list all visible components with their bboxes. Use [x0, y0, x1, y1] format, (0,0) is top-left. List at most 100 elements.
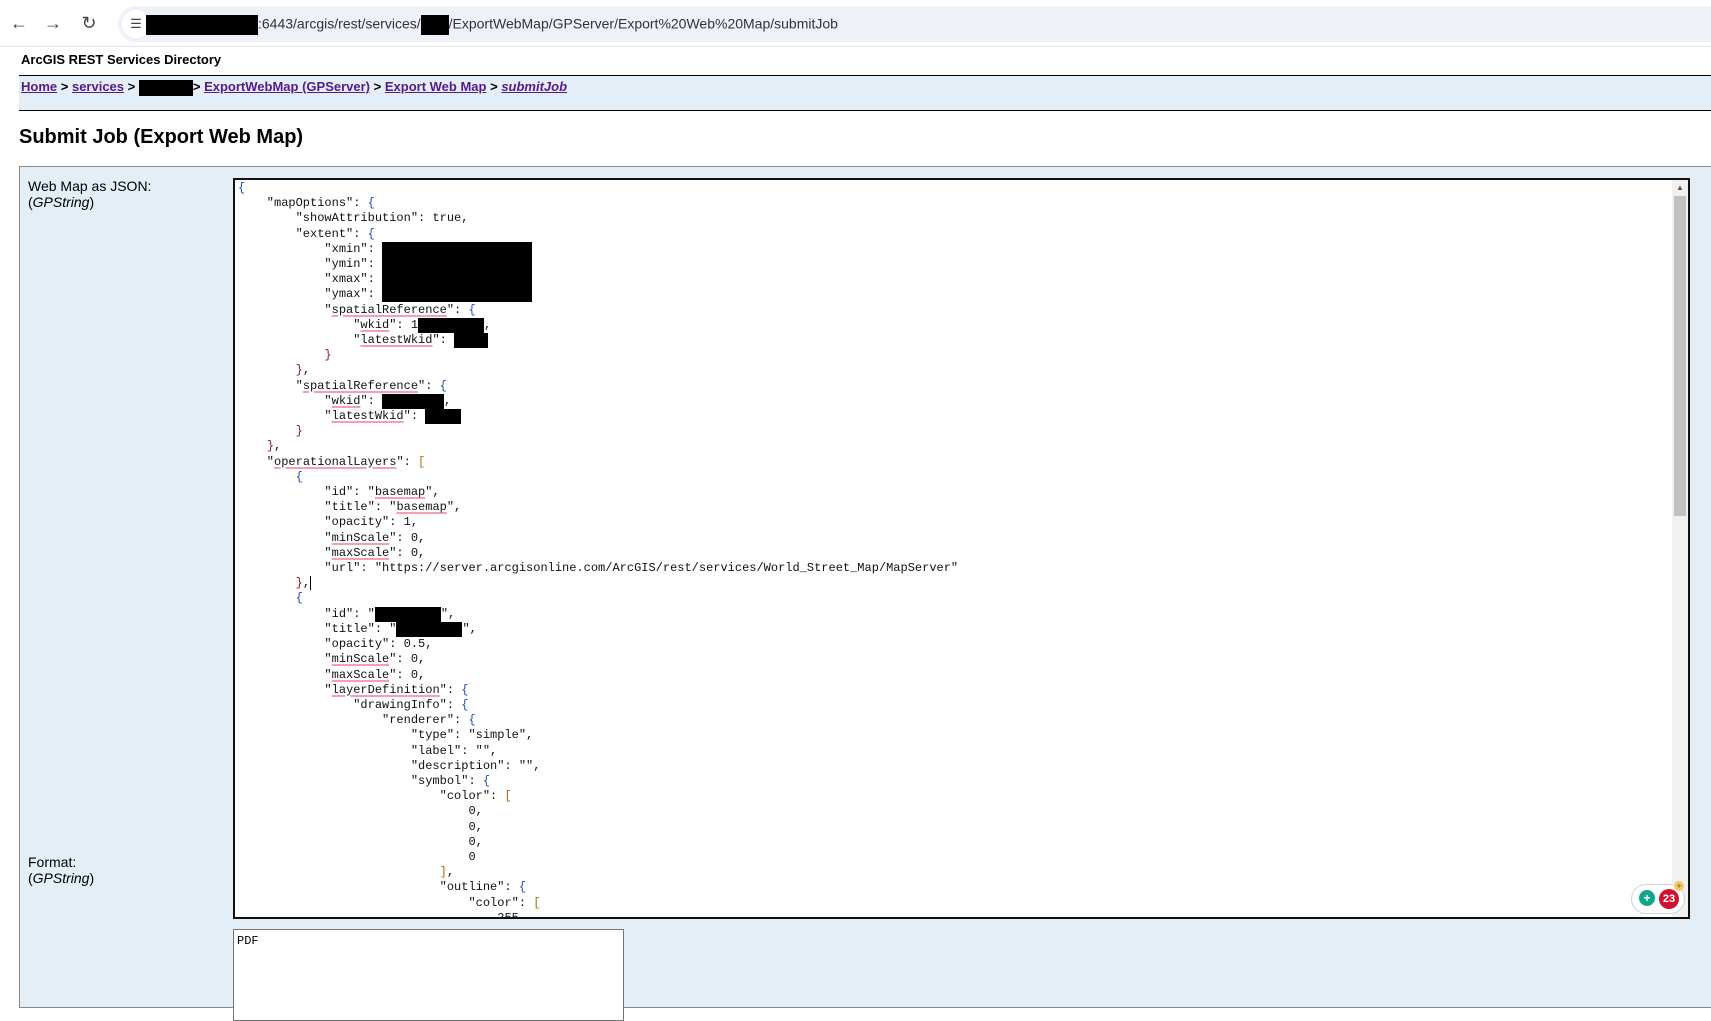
- browser-toolbar: ← → ↻ ☰ :6443/arcgis/rest/services//Expo…: [0, 0, 1711, 47]
- code-line: "opacity": 1,: [238, 515, 419, 530]
- breadcrumb-gpserver[interactable]: ExportWebMap (GPServer): [204, 79, 370, 94]
- text-cursor: [310, 576, 312, 591]
- address-bar[interactable]: ☰ :6443/arcgis/rest/services//ExportWebM…: [118, 6, 1711, 42]
- code-line: "symbol": {: [238, 773, 491, 788]
- error-count-badge: 23: [1659, 889, 1679, 909]
- directory-title: ArcGIS REST Services Directory: [21, 52, 222, 67]
- breadcrumb-services[interactable]: services: [72, 79, 124, 94]
- code-line: "xmin":: [238, 241, 958, 257]
- reload-icon[interactable]: ↻: [76, 10, 102, 36]
- redacted-folder: [138, 79, 193, 96]
- breadcrumb-home[interactable]: Home: [21, 79, 57, 94]
- code-line: },: [266, 439, 282, 454]
- code-line: "spatialReference": {: [238, 302, 476, 317]
- code-line: 255,: [238, 910, 527, 919]
- code-line: "color": [: [238, 789, 512, 804]
- code-line: "title": "basemap",: [238, 500, 462, 515]
- breadcrumb-separator: >: [490, 79, 498, 94]
- back-arrow-icon[interactable]: ←: [6, 10, 32, 36]
- breadcrumb-separator: >: [127, 79, 136, 94]
- code-line: "outline": {: [238, 880, 527, 895]
- scrollbar-thumb[interactable]: [1674, 196, 1686, 516]
- code-line: "xmax":: [238, 272, 958, 288]
- redacted: |: [418, 317, 485, 333]
- json-text: { "mapOptions": { "showAttribution": tru…: [238, 181, 959, 919]
- code-line: "extent": {: [238, 226, 375, 241]
- redacted: |: [382, 393, 445, 409]
- format-label: Format: (GPString): [28, 854, 95, 886]
- url-part: :6443/arcgis/rest/services/: [258, 15, 421, 32]
- code-line: "showAttribution": true,: [238, 211, 469, 226]
- code-line: 0: [238, 849, 476, 864]
- breadcrumb-task[interactable]: Export Web Map: [385, 79, 487, 94]
- code-line: }: [295, 424, 303, 439]
- page-title: Submit Job (Export Web Map): [19, 126, 304, 148]
- code-line: "maxScale": 0,: [238, 545, 426, 560]
- code-line: "latestWkid": |: [238, 409, 958, 425]
- field-label: Format:: [28, 854, 77, 870]
- code-line: "minScale": 0,: [238, 652, 426, 667]
- code-line: }: [324, 348, 332, 363]
- lightbulb-icon: +: [1639, 890, 1655, 906]
- code-line: {: [238, 181, 246, 195]
- code-line: "type": "simple",: [238, 728, 534, 743]
- code-line: 0,: [238, 834, 483, 849]
- code-line: ],: [439, 865, 455, 880]
- code-line: },: [295, 576, 312, 591]
- code-line: "drawingInfo": {: [238, 697, 469, 712]
- code-line: {: [295, 591, 303, 606]
- scroll-up-arrow-icon[interactable]: ▲: [1672, 180, 1688, 196]
- code-line: "title": "| ",: [238, 621, 477, 637]
- redacted: [382, 272, 533, 288]
- code-line: "operationalLayers": [: [238, 454, 426, 469]
- code-line: "wkid": 1|,: [238, 317, 492, 333]
- submit-job-form: Web Map as JSON: (GPString) { "mapOptions…: [19, 166, 1711, 1021]
- code-line: "ymax":: [238, 287, 958, 303]
- field-type: GPString: [32, 870, 90, 886]
- redacted: |: [396, 621, 463, 637]
- redacted: [382, 241, 533, 257]
- url-part: /ExportWebMap/GPServer/Export%20Web%20Ma…: [448, 15, 838, 32]
- code-line: "description": "",: [238, 758, 541, 773]
- breadcrumb-separator: >: [60, 79, 69, 94]
- scrollbar[interactable]: ▲ ▼: [1672, 180, 1688, 917]
- redacted: [420, 15, 449, 35]
- web-map-json-textarea[interactable]: { "mapOptions": { "showAttribution": tru…: [233, 178, 1690, 919]
- url-text: :6443/arcgis/rest/services/ /ExportWebMap…: [146, 15, 838, 35]
- code-line: "spatialReference": {: [238, 378, 447, 393]
- code-line: "color": [: [238, 895, 541, 910]
- breadcrumb-separator: >: [192, 79, 201, 94]
- code-line: "wkid": |,: [238, 393, 452, 409]
- format-value: PDF: [237, 934, 259, 948]
- code-line: "label": "",: [238, 743, 498, 758]
- code-line: "ymin":: [238, 257, 958, 273]
- field-type: GPString: [32, 194, 90, 210]
- format-textarea[interactable]: PDF: [233, 929, 624, 1021]
- redacted: |: [454, 333, 489, 349]
- redacted: |: [425, 409, 462, 425]
- code-line: "id": "| ",: [238, 606, 456, 622]
- breadcrumb-separator: >: [373, 79, 382, 94]
- plus-icon: +: [1674, 881, 1684, 891]
- redacted: [146, 15, 258, 35]
- code-line: 0,: [238, 804, 483, 819]
- forward-arrow-icon[interactable]: →: [40, 10, 66, 36]
- breadcrumb-current[interactable]: submitJob: [501, 79, 567, 94]
- code-line: "opacity": 0.5,: [238, 637, 433, 652]
- breadcrumb: Home > services > > ExportWebMap (GPServ…: [19, 75, 1711, 111]
- code-line: "id": "basemap",: [238, 485, 440, 500]
- web-map-label: Web Map as JSON: (GPString): [28, 178, 152, 210]
- code-line: "mapOptions": {: [238, 196, 375, 211]
- field-label: Web Map as JSON:: [28, 178, 152, 194]
- code-line: "url": "https://server.arcgisonline.com/…: [238, 561, 959, 576]
- code-line: "minScale": 0,: [238, 530, 426, 545]
- code-line: "maxScale": 0,: [238, 667, 426, 682]
- code-line: "renderer": {: [238, 713, 476, 728]
- code-line: 0,: [238, 819, 483, 834]
- redacted: [382, 257, 533, 273]
- code-line: {: [295, 469, 303, 484]
- code-line: "latestWkid": |: [238, 333, 958, 349]
- redacted: |: [374, 606, 441, 622]
- extension-badge[interactable]: + 23 +: [1631, 881, 1685, 914]
- code-line: "layerDefinition": {: [238, 682, 469, 697]
